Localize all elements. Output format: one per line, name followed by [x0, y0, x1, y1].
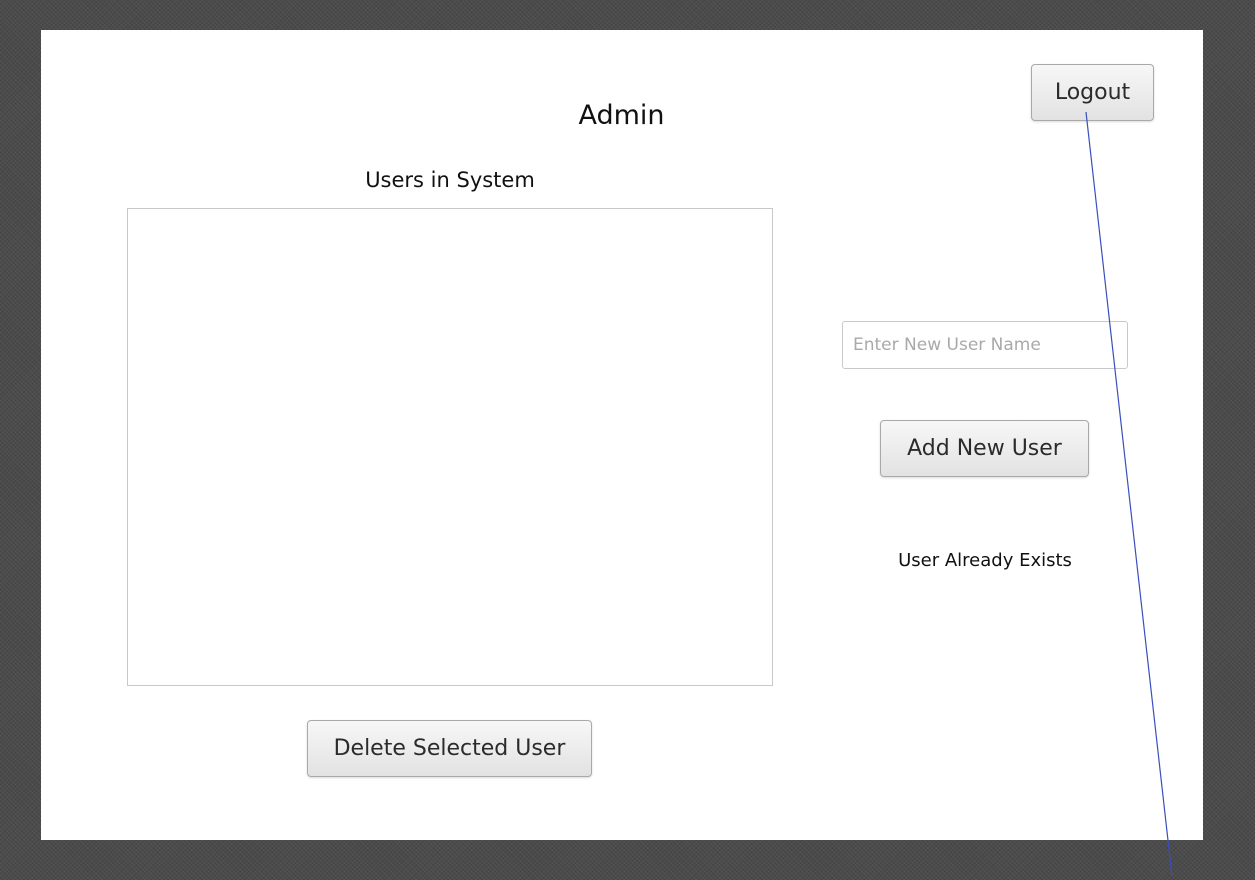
users-list-label: Users in System [365, 168, 535, 192]
users-list[interactable] [127, 208, 773, 686]
new-user-name-input[interactable] [842, 321, 1128, 369]
add-new-user-button[interactable]: Add New User [880, 420, 1089, 477]
status-message: User Already Exists [898, 550, 1072, 571]
delete-selected-user-button[interactable]: Delete Selected User [307, 720, 592, 777]
logout-button[interactable]: Logout [1031, 64, 1154, 121]
